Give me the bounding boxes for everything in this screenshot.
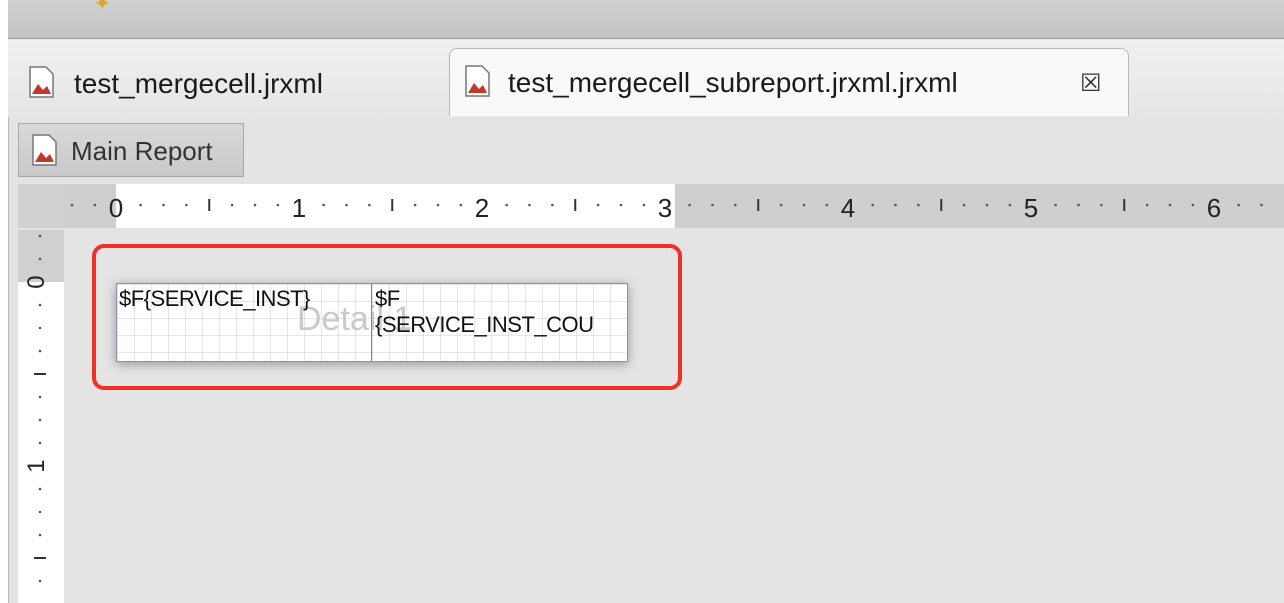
tab-test-mergecell-subreport[interactable]: test_mergecell_subreport.jrxml.jrxml ☒	[449, 48, 1129, 116]
ruler-dot	[825, 203, 829, 207]
tab-label: test_mergecell_subreport.jrxml.jrxml	[508, 67, 958, 98]
ruler-dot	[1191, 203, 1195, 207]
ruler-dot	[1260, 203, 1263, 207]
ruler-dot	[38, 579, 42, 583]
ruler-dot	[619, 203, 623, 207]
ruler-tick	[208, 199, 211, 211]
ruler-dot	[368, 203, 371, 207]
vertical-ruler[interactable]: 0 1	[18, 230, 65, 603]
ruler-dot	[38, 257, 42, 261]
ruler-dot	[38, 487, 42, 491]
ruler-dot	[436, 203, 440, 207]
ruler-dot	[779, 203, 783, 207]
ruler-dot	[38, 303, 42, 307]
ruler-dot	[528, 203, 531, 207]
ruler-dot	[1100, 203, 1103, 207]
ruler-dot	[253, 203, 257, 207]
ruler-dot	[642, 203, 646, 207]
tab-label: test_mergecell.jrxml	[74, 68, 323, 99]
ruler-number: 6	[1206, 193, 1222, 223]
ruler-dot	[70, 203, 74, 207]
main-report-label: Main Report	[71, 136, 213, 166]
ruler-dot	[1145, 203, 1149, 207]
ruler-dot	[345, 203, 348, 207]
ruler-tick	[391, 199, 394, 211]
ruler-dot	[459, 203, 463, 207]
ruler-dot	[38, 533, 42, 537]
ruler-dot	[276, 203, 280, 207]
ruler-dot	[871, 203, 874, 207]
ruler-dot	[162, 203, 165, 207]
ruler-tick	[757, 199, 760, 211]
ruler-dot	[185, 203, 188, 207]
tab-test-mergecell[interactable]: test_mergecell.jrxml	[8, 54, 448, 116]
star-icon: ✦	[94, 0, 111, 15]
ruler-dot	[917, 203, 920, 207]
ruler-dot	[38, 441, 42, 445]
ruler-dot	[139, 203, 142, 207]
ruler-dot	[38, 326, 42, 330]
ruler-number: 1	[291, 193, 307, 223]
ruler-dot	[1237, 203, 1240, 207]
horizontal-ruler[interactable]: 0 1 2 3 4 5 6	[64, 184, 1284, 228]
ruler-dot	[93, 203, 97, 207]
report-file-icon	[32, 134, 57, 166]
ruler-dot	[734, 203, 737, 207]
ruler-tick	[574, 199, 577, 211]
ruler-tick	[940, 199, 943, 211]
ruler-dot	[551, 203, 554, 207]
ruler-dot	[596, 203, 600, 207]
highlight-box	[92, 244, 682, 390]
ruler-number: 5	[1023, 193, 1039, 223]
ruler-tick	[34, 557, 46, 559]
ruler-dot	[1054, 203, 1057, 207]
main-report-button[interactable]: Main Report	[18, 123, 244, 177]
ruler-dot	[985, 203, 989, 207]
ruler-dot	[505, 203, 508, 207]
ruler-dot	[802, 203, 806, 207]
ruler-dot	[688, 203, 691, 207]
ruler-tick	[34, 373, 46, 375]
ruler-corner	[18, 184, 64, 228]
ruler-dot	[230, 203, 234, 207]
ruler-number: 1	[23, 459, 50, 473]
report-file-icon	[29, 66, 54, 98]
ruler-tick	[1123, 199, 1126, 211]
ruler-dot	[38, 234, 42, 238]
ruler-dot	[413, 203, 417, 207]
ruler-dot	[1168, 203, 1172, 207]
ruler-number: 2	[474, 193, 490, 223]
ruler-number: 0	[108, 193, 124, 223]
close-icon[interactable]: ☒	[1080, 69, 1102, 98]
ruler-dot	[962, 203, 966, 207]
ruler-dot	[322, 203, 325, 207]
ruler-number: 0	[23, 275, 50, 289]
ruler-number: 4	[840, 193, 856, 223]
report-file-icon	[465, 65, 490, 97]
ruler-dot	[38, 418, 42, 422]
ruler-dot	[38, 349, 42, 353]
window-top-bar: ✦	[8, 0, 1284, 39]
ruler-dot	[38, 510, 42, 514]
ruler-number: 3	[657, 193, 673, 223]
ruler-dot	[38, 395, 42, 399]
ruler-dot	[1008, 203, 1012, 207]
ruler-dot	[711, 203, 714, 207]
ruler-dot	[1077, 203, 1080, 207]
ruler-dot	[894, 203, 897, 207]
